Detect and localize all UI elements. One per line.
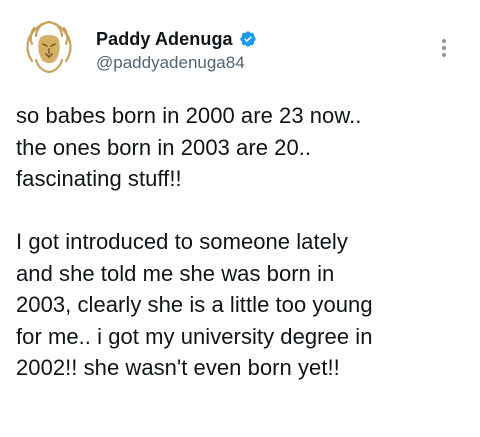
tweet-line: 2002!! she wasn't even born yet!! (16, 355, 340, 380)
tweet-header: Paddy Adenuga @paddyadenuga84 (16, 14, 464, 84)
tweet-line: fascinating stuff!! (16, 166, 182, 191)
tweet-line: for me.. i got my university degree in (16, 323, 373, 349)
more-options-button[interactable] (434, 34, 454, 62)
name-row: Paddy Adenuga (96, 27, 257, 51)
tweet-line: and she told me she was born in (16, 260, 335, 286)
lion-logo-icon (17, 15, 81, 79)
author-display-name[interactable]: Paddy Adenuga (96, 29, 233, 50)
more-vertical-icon (442, 53, 446, 57)
tweet-text: so babes born in 2000 are 23 now.. the o… (16, 100, 472, 384)
tweet-line: so babes born in 2000 are 23 now.. (16, 103, 362, 128)
tweet-line: 2003, clearly she is a little too young (16, 292, 373, 317)
verified-badge-icon (239, 30, 257, 48)
more-vertical-icon (442, 39, 446, 43)
more-vertical-icon (442, 46, 446, 50)
tweet-line: I got introduced to someone lately (16, 229, 348, 254)
avatar[interactable] (16, 14, 82, 80)
author-handle[interactable]: @paddyadenuga84 (96, 53, 257, 73)
tweet-line: the ones born in 2003 are 20.. (16, 134, 312, 160)
tweet-card: Paddy Adenuga @paddyadenuga84 so babes b… (0, 0, 480, 437)
author-identity: Paddy Adenuga @paddyadenuga84 (96, 27, 257, 73)
